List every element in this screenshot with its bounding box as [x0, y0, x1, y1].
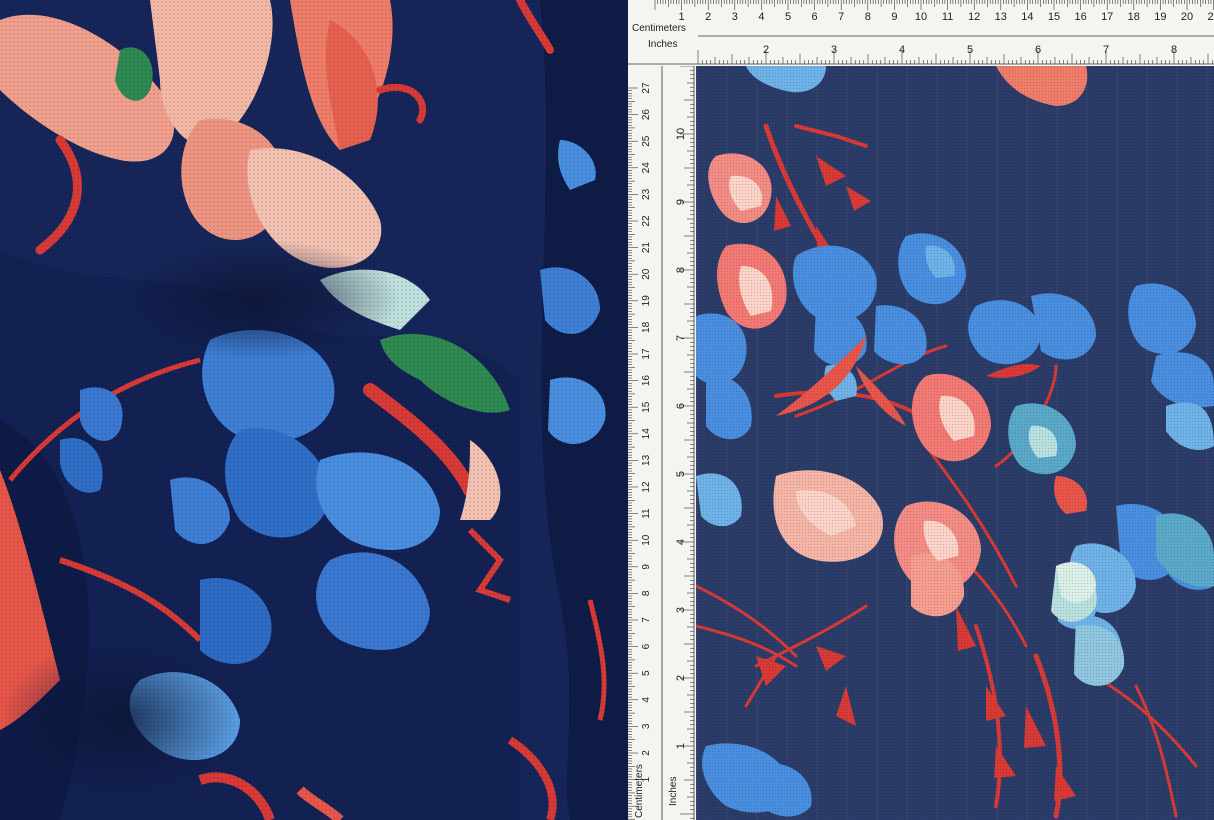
top-ruler: Centimeters Inches 1 2 3 4 5 6 7 8 9 10 11 12 13 14 15… [628, 0, 1214, 66]
top-ruler-cm-tick-label: 16 [1074, 11, 1086, 23]
left-ruler-in-tick-label: 3 [675, 607, 687, 613]
top-ruler-cm-tick-label: 15 [1048, 11, 1060, 23]
top-ruler-cm-tick-label: 13 [995, 11, 1007, 23]
left-ruler-cm-tick-label: 11 [641, 508, 652, 519]
draped-fabric-artwork [0, 0, 628, 820]
left-ruler-in-label: Inches [668, 777, 679, 806]
flat-fabric-swatch [696, 66, 1214, 820]
top-ruler-cm-tick-label: 11 [942, 11, 953, 23]
left-ruler-cm-tick-label: 4 [641, 697, 652, 703]
top-ruler-cm-label: Centimeters [632, 23, 686, 34]
top-ruler-cm-tick-label: 4 [758, 11, 764, 23]
left-ruler-in-tick-label: 6 [675, 403, 687, 409]
left-ruler-cm-tick-label: 12 [641, 481, 652, 493]
top-ruler-cm-tick-label: 19 [1154, 11, 1166, 23]
left-ruler-graphic: 2726252423222120191817161514131211109876… [628, 66, 695, 820]
product-photo-composite: Centimeters Inches 1 2 3 4 5 6 7 8 9 10 11 12 13 14 15… [0, 0, 1214, 820]
top-ruler-in-label: Inches [648, 39, 677, 50]
top-ruler-cm-tick-label: 10 [915, 11, 927, 23]
left-ruler-in-tick-label: 9 [675, 199, 687, 205]
left-ruler-in-tick-label: 2 [675, 675, 687, 681]
left-ruler-cm-tick-label: 14 [641, 428, 652, 440]
left-ruler-in-tick-label: 7 [675, 335, 687, 341]
left-ruler-cm-label: Centimeters [634, 764, 645, 818]
top-ruler-cm-tick-label: 7 [838, 11, 844, 23]
left-ruler-cm-tick-label: 17 [641, 348, 652, 360]
top-ruler-cm-tick-label: 8 [865, 11, 871, 23]
top-ruler-in-tick-label: 8 [1171, 44, 1177, 56]
left-ruler-in-tick-label: 8 [675, 267, 687, 273]
top-ruler-in-tick-label: 7 [1103, 44, 1109, 56]
top-ruler-cm-tick-label: 5 [785, 11, 791, 23]
left-ruler-cm-tick-label: 24 [641, 162, 652, 174]
left-ruler-cm-tick-label: 13 [641, 454, 652, 466]
top-ruler-cm-tick-label: 14 [1021, 11, 1033, 23]
left-ruler-cm-tick-label: 3 [641, 723, 652, 729]
top-ruler-cm-tick-label: 2 [705, 11, 711, 23]
left-ruler-cm-tick-label: 16 [641, 375, 652, 387]
left-ruler-cm-tick-label: 7 [641, 617, 652, 623]
top-ruler-in-tick-label: 2 [763, 44, 769, 56]
top-ruler-in-tick-label: 4 [899, 44, 905, 56]
draped-fabric-photo [0, 0, 628, 820]
left-ruler-cm-tick-label: 10 [641, 534, 652, 546]
left-ruler: 27 26 25 24 23 22 21 20 19 18 17 16 15 14 13 12 11 10 9 8 7 6… [628, 66, 696, 820]
top-ruler-cm-tick-label: 1 [679, 11, 685, 23]
left-ruler-cm-tick-label: 25 [641, 135, 652, 147]
top-ruler-graphic: Centimeters Inches 1 2 3 4 5 6 7 8 9 10 11 12 13 14 15… [628, 0, 1214, 65]
top-ruler-in-tick-label: 5 [967, 44, 973, 56]
left-ruler-cm-tick-label: 5 [641, 670, 652, 676]
left-ruler-cm-tick-label: 6 [641, 643, 652, 649]
left-ruler-cm-tick-label: 9 [641, 564, 652, 570]
top-ruler-cm-tick-label: 17 [1101, 11, 1113, 23]
left-ruler-cm-tick-label: 22 [641, 215, 652, 227]
top-ruler-in-tick-label: 3 [831, 44, 837, 56]
flat-fabric-artwork [696, 66, 1214, 820]
left-ruler-in-tick-label: 10 [675, 128, 687, 140]
top-ruler-cm-tick-label: 6 [812, 11, 818, 23]
top-ruler-cm-tick-label: 21 [1207, 11, 1214, 23]
left-ruler-in-tick-label: 4 [675, 539, 687, 545]
left-ruler-cm-tick-label: 27 [641, 82, 652, 94]
left-ruler-cm-tick-label: 19 [641, 295, 652, 307]
top-ruler-cm-tick-label: 18 [1128, 11, 1140, 23]
left-ruler-cm-tick-label: 21 [641, 242, 652, 254]
left-ruler-in-tick-label: 1 [675, 743, 687, 749]
left-ruler-cm-tick-label: 23 [641, 188, 652, 200]
top-ruler-cm-tick-label: 20 [1181, 11, 1193, 23]
left-ruler-cm-tick-label: 18 [641, 321, 652, 333]
left-ruler-cm-tick-label: 15 [641, 401, 652, 413]
top-ruler-in-tick-label: 6 [1035, 44, 1041, 56]
left-ruler-cm-tick-label: 2 [641, 750, 652, 756]
left-ruler-cm-tick-label: 20 [641, 268, 652, 280]
top-ruler-cm-tick-label: 12 [968, 11, 980, 23]
left-ruler-cm-tick-label: 26 [641, 109, 652, 121]
left-ruler-cm-tick-label: 8 [641, 590, 652, 596]
top-ruler-cm-tick-label: 3 [732, 11, 738, 23]
top-ruler-cm-tick-label: 9 [891, 11, 897, 23]
left-ruler-in-tick-label: 5 [675, 471, 687, 477]
